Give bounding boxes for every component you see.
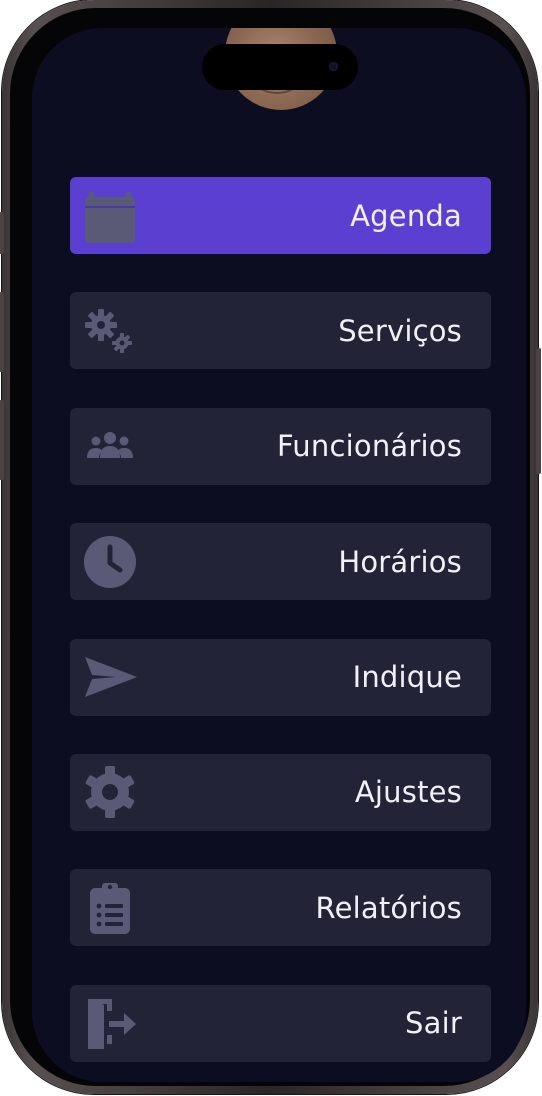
- app-screen: Agenda Serviços Funcionários Horários In…: [32, 28, 526, 1082]
- dynamic-island: [202, 44, 358, 90]
- calendar-icon: [82, 188, 138, 244]
- menu-item-label: Relatórios: [315, 890, 462, 925]
- gears-icon: [82, 303, 138, 359]
- menu-item-label: Sair: [405, 1006, 462, 1041]
- side-menu: Agenda Serviços Funcionários Horários In…: [70, 177, 491, 1082]
- gear-icon: [82, 764, 138, 820]
- menu-item-sair[interactable]: Sair: [70, 984, 491, 1062]
- menu-item-indique[interactable]: Indique: [70, 638, 491, 716]
- menu-item-funcionarios[interactable]: Funcionários: [70, 407, 491, 485]
- action-button: [0, 212, 4, 254]
- menu-item-label: Funcionários: [277, 429, 462, 464]
- menu-item-agenda[interactable]: Agenda: [70, 177, 491, 254]
- menu-item-label: Ajustes: [354, 775, 462, 810]
- volume-down-button: [0, 400, 4, 480]
- menu-item-servicos[interactable]: Serviços: [70, 292, 491, 370]
- front-camera: [329, 62, 338, 71]
- volume-up-button: [0, 292, 4, 372]
- phone-bezel: Agenda Serviços Funcionários Horários In…: [10, 8, 530, 1086]
- menu-item-horarios[interactable]: Horários: [70, 523, 491, 601]
- menu-item-label: Agenda: [350, 198, 462, 233]
- clipboard-list-icon: [82, 880, 138, 936]
- phone-frame: Agenda Serviços Funcionários Horários In…: [0, 0, 541, 1094]
- menu-item-label: Indique: [352, 660, 462, 695]
- send-icon: [82, 649, 138, 705]
- power-button: [536, 348, 541, 474]
- menu-item-label: Horários: [338, 544, 462, 579]
- menu-item-label: Serviços: [338, 313, 462, 348]
- menu-item-relatorios[interactable]: Relatórios: [70, 869, 491, 947]
- menu-item-ajustes[interactable]: Ajustes: [70, 753, 491, 831]
- exit-door-icon: [82, 995, 138, 1051]
- users-icon: [82, 418, 138, 474]
- clock-icon: [82, 534, 138, 590]
